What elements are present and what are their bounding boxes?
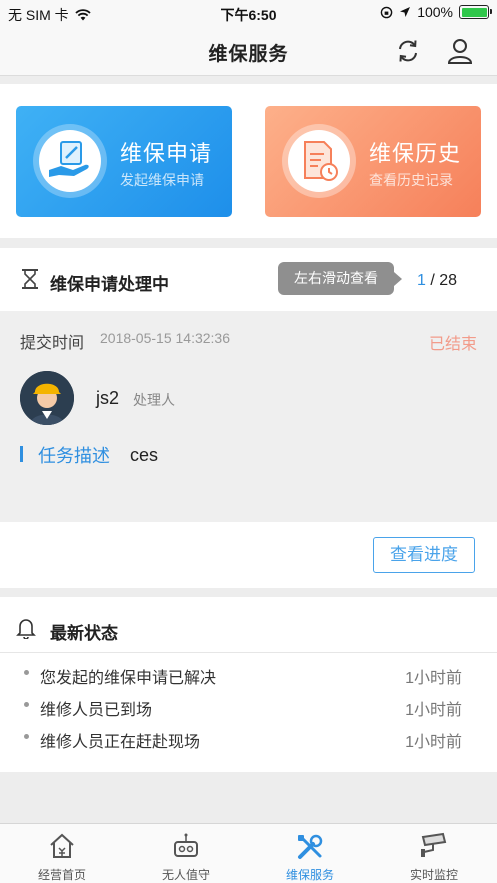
apply-card-subtitle: 发起维保申请: [120, 172, 204, 188]
tab-home[interactable]: 经营首页: [0, 824, 124, 883]
history-card-subtitle: 查看历史记录: [369, 172, 453, 188]
nav-bar: 维保服务: [0, 26, 497, 76]
tab-unattended[interactable]: 无人值守: [124, 824, 248, 883]
list-item-time: 1小时前: [405, 702, 462, 719]
home-icon: [50, 833, 74, 858]
service-cards: 维保申请 发起维保申请 维保历史 查看历史记录: [0, 84, 497, 238]
submit-time-value: 2018-05-15 14:32:36: [100, 330, 230, 346]
latest-status-section: 最新状态 您发起的维保申请已解决 1小时前 维修人员已到场 1小时前 维修人员正…: [0, 597, 497, 772]
submit-time-label: 提交时间: [20, 335, 85, 352]
avatar: [20, 371, 74, 425]
camera-icon: [421, 832, 447, 857]
divider: [0, 652, 497, 653]
handler-role: 处理人: [133, 392, 175, 408]
processing-header: 维保申请处理中 左右滑动查看 1 / 28: [0, 248, 497, 311]
handler-name: js2: [96, 388, 120, 408]
robot-icon: [174, 833, 198, 857]
pager-separator: /: [425, 272, 440, 289]
hourglass-icon: [22, 269, 38, 289]
list-item[interactable]: 您发起的维保申请已解决 1小时前: [0, 658, 497, 690]
bell-icon: [16, 619, 36, 639]
user-icon[interactable]: [445, 36, 475, 66]
tab-unattended-label: 无人值守: [161, 868, 210, 882]
processing-title: 维保申请处理中: [50, 275, 169, 294]
apply-hand-icon: [49, 141, 89, 177]
apply-card-title: 维保申请: [120, 141, 213, 166]
status-badge: 已结束: [428, 336, 477, 353]
tab-maintenance-label: 维保服务: [285, 868, 334, 882]
pager: 1 / 28: [417, 272, 457, 290]
list-item[interactable]: 维修人员正在赶赴现场 1小时前: [0, 722, 497, 754]
list-item-text: 维修人员正在赶赴现场: [40, 734, 201, 751]
history-card-title: 维保历史: [369, 141, 462, 166]
list-item-text: 维修人员已到场: [40, 702, 153, 719]
view-progress-button[interactable]: 查看进度: [373, 537, 475, 573]
pager-total: 28: [439, 272, 458, 289]
task-value: ces: [130, 445, 159, 465]
list-item-time: 1小时前: [405, 670, 462, 687]
tab-home-label: 经营首页: [37, 868, 86, 882]
apply-card[interactable]: 维保申请 发起维保申请: [16, 106, 232, 217]
history-card[interactable]: 维保历史 查看历史记录: [265, 106, 481, 217]
latest-status-title: 最新状态: [50, 624, 118, 643]
history-document-icon: [304, 141, 338, 181]
battery-percent: 100%: [417, 4, 453, 20]
refresh-icon[interactable]: [393, 36, 423, 66]
swipe-tooltip: 左右滑动查看: [278, 262, 402, 295]
rotation-lock-icon: [380, 6, 393, 18]
task-marker: [20, 446, 23, 462]
pager-current: 1: [417, 272, 426, 289]
worker-avatar-icon: [20, 371, 74, 425]
list-item-text: 您发起的维保申请已解决: [40, 670, 217, 687]
battery-icon: [459, 5, 492, 19]
processing-section: 维保申请处理中 左右滑动查看 1 / 28 提交时间 2018-05-15 14…: [0, 248, 497, 588]
tab-maintenance[interactable]: 维保服务: [248, 824, 372, 883]
task-label: 任务描述: [38, 446, 110, 466]
status-bar: 无 SIM 卡 下午6:50 100%: [0, 0, 497, 26]
tab-monitor[interactable]: 实时监控: [372, 824, 496, 883]
tab-monitor-label: 实时监控: [409, 868, 458, 882]
list-item[interactable]: 维修人员已到场 1小时前: [0, 690, 497, 722]
list-item-time: 1小时前: [405, 734, 462, 751]
request-card[interactable]: 提交时间 2018-05-15 14:32:36 已结束 js2 处理人 任务描…: [0, 311, 497, 522]
tab-bar: 经营首页 无人值守 维保服务 实时监控: [0, 823, 497, 883]
tools-icon: [298, 834, 323, 859]
location-icon: [400, 7, 411, 17]
